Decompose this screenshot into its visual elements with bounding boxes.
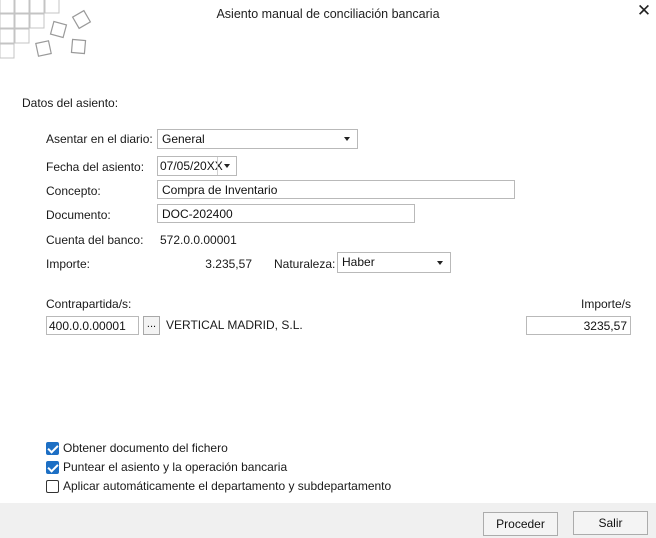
contrapartida-account-input[interactable]: 400.0.0.00001 (46, 316, 139, 335)
contrapartida-name: VERTICAL MADRID, S.L. (166, 318, 303, 332)
cuenta-value: 572.0.0.00001 (160, 233, 237, 247)
diario-label: Asentar en el diario: (46, 132, 153, 146)
option-obtener-documento[interactable]: Obtener documento del fichero (46, 441, 646, 457)
concepto-input[interactable]: Compra de Inventario (157, 180, 515, 199)
importes-header: Importe/s (580, 297, 631, 311)
option-puntear-asiento[interactable]: Puntear el asiento y la operación bancar… (46, 460, 646, 476)
naturaleza-value: Haber (342, 255, 375, 269)
documento-label: Documento: (46, 208, 111, 222)
close-icon[interactable]: ✕ (634, 1, 654, 21)
account-lookup-button[interactable]: ... (143, 316, 160, 335)
naturaleza-label: Naturaleza: (274, 257, 336, 271)
window-title: Asiento manual de conciliación bancaria (216, 7, 440, 21)
option-label: Puntear el asiento y la operación bancar… (63, 460, 288, 474)
diario-select[interactable]: General (157, 129, 358, 149)
importe-label: Importe: (46, 257, 91, 271)
concepto-label: Concepto: (46, 184, 101, 198)
chevron-down-icon (432, 253, 448, 272)
fecha-datepicker[interactable]: 07/05/20XX (157, 156, 237, 176)
cuenta-label: Cuenta del banco: (46, 233, 144, 247)
checkbox-unchecked-icon[interactable] (46, 480, 59, 493)
fecha-label: Fecha del asiento: (46, 160, 145, 174)
calendar-dropdown-icon[interactable] (217, 157, 236, 175)
fecha-value: 07/05/20XX (160, 159, 223, 173)
salir-button[interactable]: Salir (573, 511, 648, 535)
section-title: Datos del asiento: (22, 96, 119, 110)
chevron-down-icon (339, 130, 355, 148)
proceder-button[interactable]: Proceder (483, 512, 558, 536)
naturaleza-select[interactable]: Haber (337, 252, 451, 273)
importe-value: 3.235,57 (205, 257, 252, 271)
checkbox-checked-icon[interactable] (46, 442, 59, 455)
option-label: Obtener documento del fichero (63, 441, 228, 455)
contrapartidas-header: Contrapartida/s: (46, 297, 132, 311)
contrapartida-amount-input[interactable]: 3235,57 (526, 316, 631, 335)
documento-input[interactable]: DOC-202400 (157, 204, 415, 223)
diario-value: General (162, 132, 205, 146)
option-label: Aplicar automáticamente el departamento … (63, 479, 392, 493)
checkbox-checked-icon[interactable] (46, 461, 59, 474)
option-aplicar-departamento[interactable]: Aplicar automáticamente el departamento … (46, 479, 646, 495)
